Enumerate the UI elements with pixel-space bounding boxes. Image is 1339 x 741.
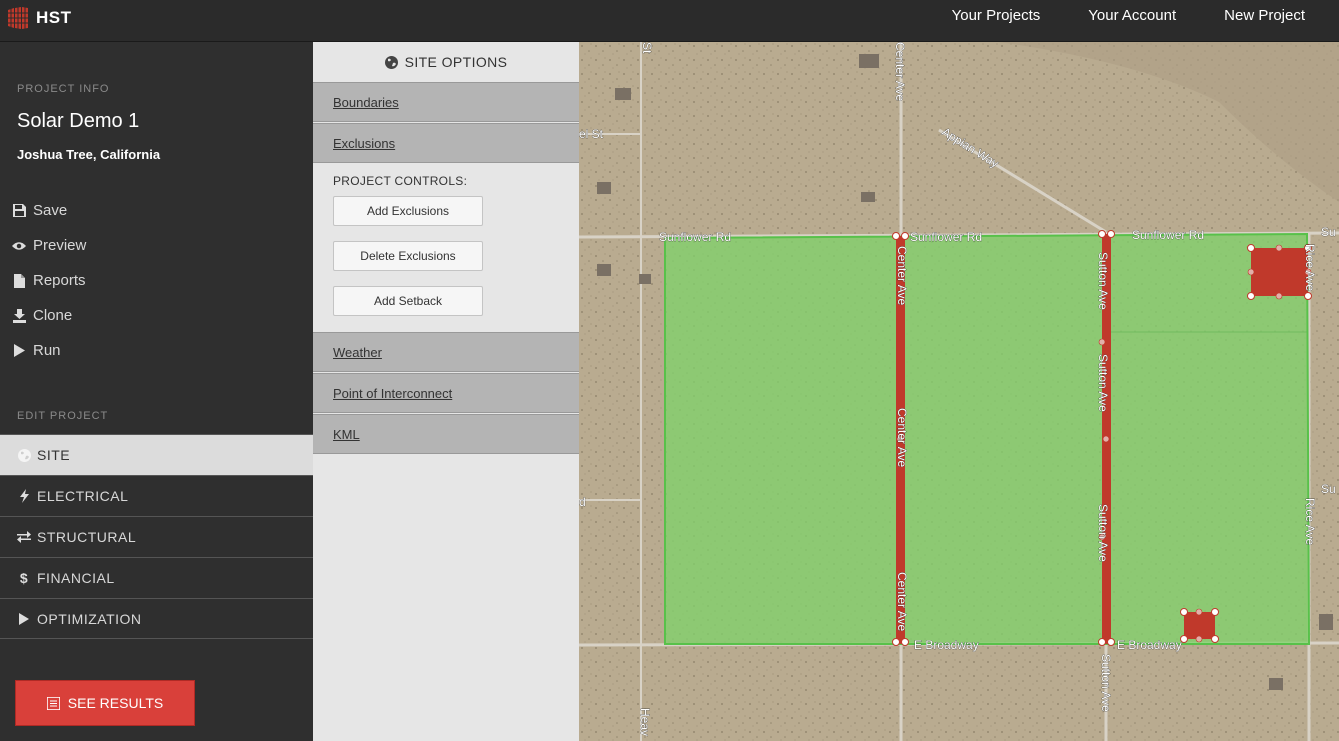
road-label: E Broadway xyxy=(1117,638,1182,652)
road-label: Su xyxy=(1321,482,1336,496)
edit-item-structural-label: STRUCTURAL xyxy=(37,529,137,545)
road-label: Su xyxy=(1321,225,1336,239)
nav-new-project[interactable]: New Project xyxy=(1224,7,1305,24)
road-label: Sunflower Rd xyxy=(659,230,731,244)
nav-your-projects[interactable]: Your Projects xyxy=(952,7,1041,24)
see-results-button[interactable]: SEE RESULTS xyxy=(15,680,195,726)
list-icon xyxy=(46,696,60,710)
preview-action[interactable]: Preview xyxy=(12,228,86,263)
exclusion-bottom[interactable] xyxy=(1184,612,1215,639)
boundaries-link[interactable]: Boundaries xyxy=(333,95,399,110)
road-label: Center Ave xyxy=(893,42,907,101)
site-options-header: SITE OPTIONS xyxy=(313,42,579,82)
delete-exclusions-button[interactable]: Delete Exclusions xyxy=(333,241,483,271)
arrows-icon xyxy=(17,531,31,543)
preview-label: Preview xyxy=(33,237,87,254)
see-results-label: SEE RESULTS xyxy=(67,695,164,711)
road-label: d xyxy=(579,495,586,509)
logo[interactable]: HST xyxy=(6,6,72,30)
site-options-title: SITE OPTIONS xyxy=(404,54,508,70)
save-action[interactable]: Save xyxy=(12,193,86,228)
run-action[interactable]: Run xyxy=(12,333,86,368)
road-label: Sutton Ave xyxy=(1096,354,1110,412)
road-label: Sunflower Rd xyxy=(910,230,982,244)
road-label: Rice Ave xyxy=(1303,498,1317,545)
section-weather[interactable]: Weather xyxy=(313,332,579,372)
document-icon xyxy=(12,273,26,288)
section-boundaries[interactable]: Boundaries xyxy=(313,82,579,122)
kml-link[interactable]: KML xyxy=(333,427,360,442)
site-options-panel: SITE OPTIONS Boundaries Exclusions PROJE… xyxy=(313,42,579,741)
edit-item-electrical-label: ELECTRICAL xyxy=(37,488,129,504)
section-exclusions[interactable]: Exclusions xyxy=(313,123,579,163)
nav-your-account[interactable]: Your Account xyxy=(1088,7,1176,24)
project-controls: PROJECT CONTROLS: Add Exclusions Delete … xyxy=(313,164,579,332)
weather-link[interactable]: Weather xyxy=(333,345,382,360)
logo-text: HST xyxy=(36,8,72,27)
dollar-icon: $ xyxy=(19,570,29,586)
globe-icon xyxy=(384,55,398,69)
section-kml[interactable]: KML xyxy=(313,414,579,454)
road-label: Center Ave xyxy=(895,246,909,305)
edit-item-optimization[interactable]: OPTIMIZATION xyxy=(0,598,313,639)
project-location: Joshua Tree, California xyxy=(17,147,161,162)
lightning-icon xyxy=(17,489,31,503)
globe-icon xyxy=(17,448,31,462)
road-label: Rice Ave xyxy=(1303,244,1317,291)
exclusions-link[interactable]: Exclusions xyxy=(333,136,395,151)
map-canvas[interactable]: Sunflower Rd Sunflower Rd Sunflower Rd C… xyxy=(579,42,1339,741)
add-setback-button[interactable]: Add Setback xyxy=(333,286,483,316)
top-nav: Your Projects Your Account New Project xyxy=(952,0,1305,30)
road-label: E Broadway xyxy=(914,638,979,652)
save-icon xyxy=(12,204,26,218)
edit-item-financial[interactable]: $ FINANCIAL xyxy=(0,557,313,598)
project-actions: Save Preview Reports Clone Run xyxy=(12,193,86,368)
sidebar: PROJECT INFO Solar Demo 1 Joshua Tree, C… xyxy=(0,42,313,741)
road-label: el St xyxy=(579,127,604,141)
edit-item-site-label: SITE xyxy=(37,447,71,463)
site-boundary-polygon[interactable] xyxy=(664,232,1311,645)
edit-project-list: SITE ELECTRICAL STRUCTURAL $ FINANCIAL O… xyxy=(0,434,313,639)
road-label: Center Ave xyxy=(895,572,909,631)
point-of-interconnect-link[interactable]: Point of Interconnect xyxy=(333,386,452,401)
clone-label: Clone xyxy=(33,307,73,324)
clone-icon xyxy=(12,308,26,323)
road-label: Sunflower Rd xyxy=(1132,228,1204,242)
run-label: Run xyxy=(33,342,61,359)
edit-item-structural[interactable]: STRUCTURAL xyxy=(0,516,313,557)
project-name: Solar Demo 1 xyxy=(17,110,140,132)
satellite-map[interactable]: Sunflower Rd Sunflower Rd Sunflower Rd C… xyxy=(579,42,1339,741)
edit-item-optimization-label: OPTIMIZATION xyxy=(37,610,142,627)
edit-item-electrical[interactable]: ELECTRICAL xyxy=(0,475,313,516)
edit-project-label: EDIT PROJECT xyxy=(17,410,109,422)
eye-icon xyxy=(12,239,26,253)
road-label: Center Ave xyxy=(895,408,909,467)
play-icon xyxy=(12,344,26,358)
add-exclusions-button[interactable]: Add Exclusions xyxy=(333,196,483,226)
play-icon xyxy=(17,612,31,625)
reports-action[interactable]: Reports xyxy=(12,263,86,298)
road-label: Sutton Ave xyxy=(1096,504,1110,562)
road-label: Sutton Ave xyxy=(1099,654,1113,712)
top-bar: HST Your Projects Your Account New Proje… xyxy=(0,0,1339,42)
save-label: Save xyxy=(33,202,68,219)
road-label: St xyxy=(640,42,654,54)
edit-item-financial-label: FINANCIAL xyxy=(37,570,115,586)
clone-action[interactable]: Clone xyxy=(12,298,86,333)
logo-grid-icon xyxy=(6,6,30,30)
road-label: Sutton Ave xyxy=(1096,252,1110,310)
road-label: Heav xyxy=(638,708,652,736)
project-controls-label: PROJECT CONTROLS: xyxy=(333,174,468,188)
exclusion-top-right[interactable] xyxy=(1251,248,1308,296)
edit-item-site[interactable]: SITE xyxy=(0,434,313,475)
reports-label: Reports xyxy=(33,272,86,289)
project-info-label: PROJECT INFO xyxy=(17,83,110,95)
section-point-of-interconnect[interactable]: Point of Interconnect xyxy=(313,373,579,413)
